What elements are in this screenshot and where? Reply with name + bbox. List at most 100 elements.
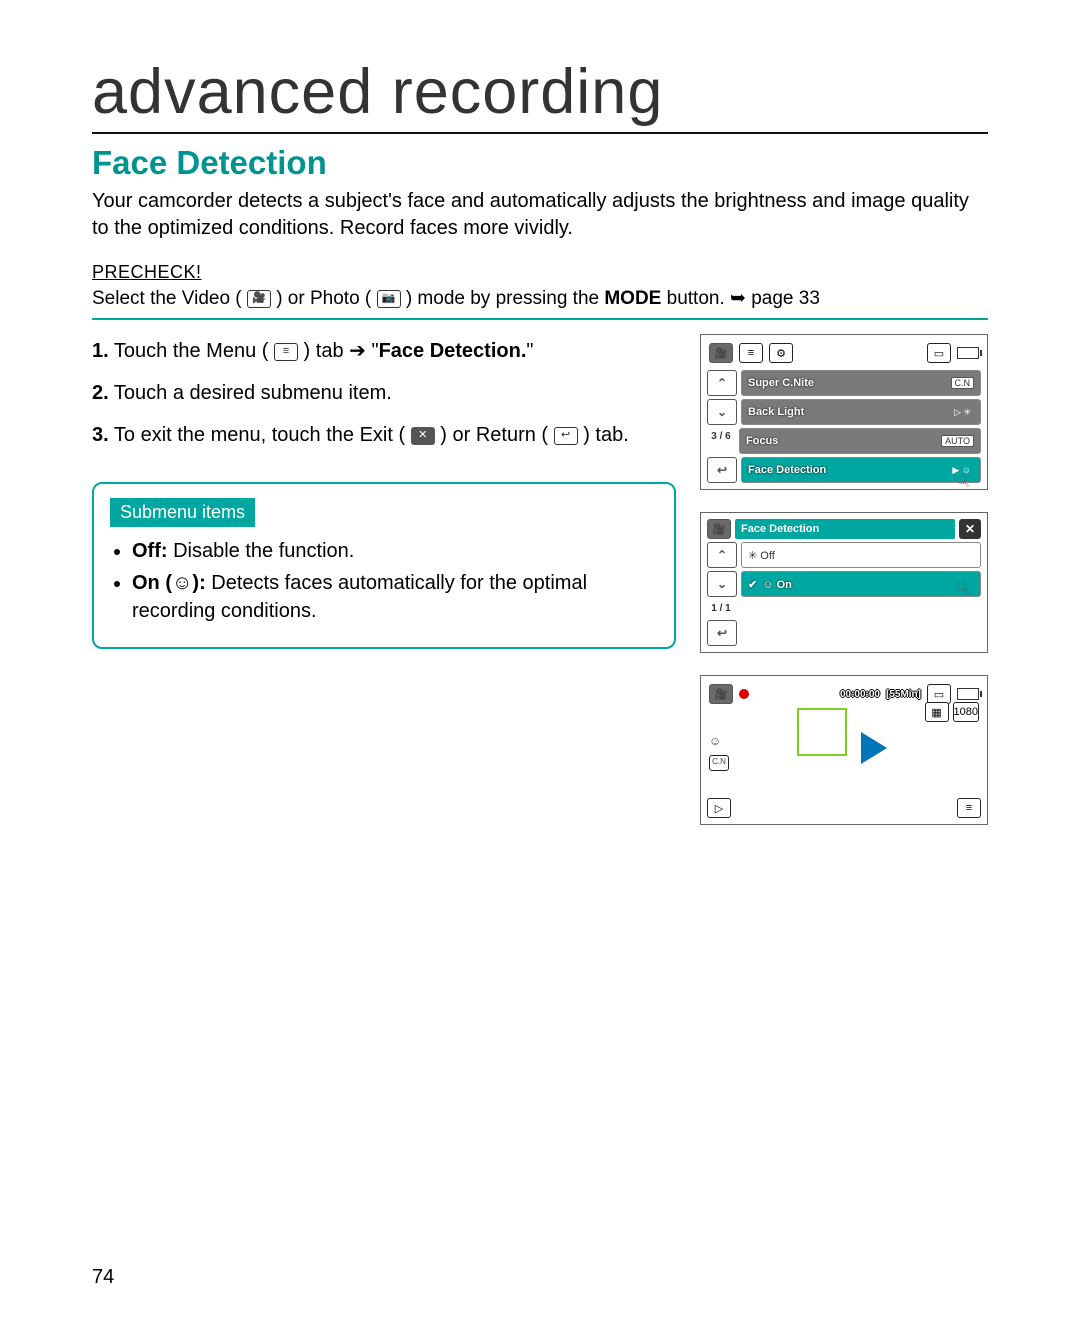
menu-value-tag: C.N [951,377,975,389]
menu-item-super-cnite[interactable]: Super C.Nite C.N [741,370,981,396]
step-number: 1. [92,340,109,362]
scroll-down-button[interactable]: ⌄ [707,571,737,597]
video-mode-icon: 🎥 [247,290,271,308]
step-text: Touch a desired submenu item. [114,382,392,404]
step-text: Touch the Menu ( [114,340,269,362]
screen-menu-list: 🎥 ≡ ⚙ ▭ ⌃ Super C.Nite C.N ⌄ [700,334,988,490]
step-2: 2. Touch a desired submenu item. [92,376,688,410]
arrow-icon: ➥ [730,288,746,309]
menu-icon: ≡ [274,343,298,361]
return-button[interactable]: ↩ [707,457,737,483]
off-icon: ✳ [748,550,760,562]
cnite-status-icon: C.N [709,755,729,771]
chapter-title: advanced recording [92,56,988,134]
face-detection-frame [797,708,847,756]
play-overlay-icon [861,732,887,764]
submenu-off: Off: Disable the function. [132,537,658,565]
menu-button[interactable]: ≡ [957,798,981,818]
section-title: Face Detection [92,144,988,182]
submenu-title-bar: Face Detection [735,519,955,539]
quote: " [526,340,533,362]
page-number: 74 [92,1266,114,1289]
off-label: Off: [132,540,168,562]
screen1-topbar: 🎥 ≡ ⚙ ▭ [707,341,981,367]
video-icon: 🎥 [709,343,733,363]
submenu-title: Face Detection [741,523,819,535]
submenu-heading: Submenu items [110,498,255,527]
option-label: Off [760,550,774,562]
battery-icon [957,347,979,359]
menu-item-focus[interactable]: Focus AUTO [739,428,981,454]
submenu-list: Off: Disable the function. On (☺): Detec… [110,537,658,625]
quality-icon: ▦ [925,702,949,722]
settings-tab-icon[interactable]: ⚙ [769,343,793,363]
record-indicator-icon [739,689,749,699]
face-detect-icon: ☺ [172,572,192,594]
menu-value-tag: AUTO [941,435,974,447]
scroll-up-button[interactable]: ⌃ [707,370,737,396]
on-label: On ( [132,572,172,594]
screens-column: 🎥 ≡ ⚙ ▭ ⌃ Super C.Nite C.N ⌄ [700,334,988,847]
screen-recording-preview: 🎥 00:00:00 [55Min] ▭ ▦ 1080 ☺ C.N [700,675,988,825]
menu-item-back-light[interactable]: Back Light ▷ ✳ [741,399,981,425]
precheck-prefix: Select the Video ( [92,288,242,309]
return-icon: ↩ [554,427,578,445]
return-button[interactable]: ↩ [707,620,737,646]
precheck-suffix: button. [667,288,730,309]
card-icon: ▭ [927,684,951,704]
scroll-up-button[interactable]: ⌃ [707,542,737,568]
screen-face-detection-submenu: 🎥 Face Detection ✕ ⌃ ✳ Off ⌄ ✔ ☺ On [700,512,988,653]
card-icon: ▭ [927,343,951,363]
steps-list: 1. Touch the Menu ( ≡ ) tab ➔ "Face Dete… [92,334,688,452]
off-text: Disable the function. [168,540,355,562]
page-indicator: 3 / 6 [707,428,735,454]
backlight-icon: ▷ ✳ [951,407,974,418]
video-icon: 🎥 [709,684,733,704]
battery-icon [957,688,979,700]
close-button[interactable]: ✕ [959,519,981,539]
intro-text: Your camcorder detects a subject's face … [92,188,988,242]
menu-label: Super C.Nite [748,377,814,389]
mode-word: MODE [604,288,661,309]
submenu-on: On (☺): Detects faces automatically for … [132,569,658,625]
rec-time: 00:00:00 [840,689,880,700]
option-on[interactable]: ✔ ☺ On [741,571,981,597]
step-number: 2. [92,382,109,404]
option-off[interactable]: ✳ Off [741,542,981,568]
step-3: 3. To exit the menu, touch the Exit ( ✕ … [92,418,688,452]
rec-status-icons: ☺ C.N [709,732,729,771]
rec-remain: [55Min] [886,689,921,700]
page-ref: page 33 [751,288,820,309]
rec-bottom-bar: ▷ ≡ [707,798,981,818]
step-text: ) tab. [583,424,629,446]
resolution-badge: 1080 [953,702,979,722]
manual-page: advanced recording Face Detection Your c… [0,0,1080,1329]
menu-tab-icon[interactable]: ≡ [739,343,763,363]
on-label2: ): [192,572,205,594]
page-indicator: 1 / 1 [707,600,735,617]
menu-label: Face Detection [748,464,826,476]
precheck-label: PRECHECK! [92,262,988,283]
check-icon: ✔ [748,579,757,591]
exit-icon: ✕ [411,427,435,445]
playback-button[interactable]: ▷ [707,798,731,818]
face-icon: ☺ [762,579,776,591]
step-text: ) or Return ( [440,424,548,446]
precheck-line: Select the Video ( 🎥 ) or Photo ( 📷 ) mo… [92,283,988,320]
arrow-icon: ➔ [349,340,366,362]
step-1: 1. Touch the Menu ( ≡ ) tab ➔ "Face Dete… [92,334,688,368]
precheck-mid1: ) or Photo ( [276,288,371,309]
scroll-down-button[interactable]: ⌄ [707,399,737,425]
steps-column: 1. Touch the Menu ( ≡ ) tab ➔ "Face Dete… [92,334,700,847]
step-number: 3. [92,424,109,446]
face-detect-status-icon: ☺ [709,732,729,751]
photo-mode-icon: 📷 [377,290,401,308]
step-text: To exit the menu, touch the Exit ( [114,424,405,446]
menu-label: Back Light [748,406,804,418]
quote: " [371,340,378,362]
video-icon: 🎥 [707,519,731,539]
menu-label: Focus [746,435,778,447]
step-text: ) tab [304,340,350,362]
menu-item-face-detection[interactable]: Face Detection ▶ ☺ [741,457,981,483]
body-row: 1. Touch the Menu ( ≡ ) tab ➔ " Face Dete… [92,334,988,847]
